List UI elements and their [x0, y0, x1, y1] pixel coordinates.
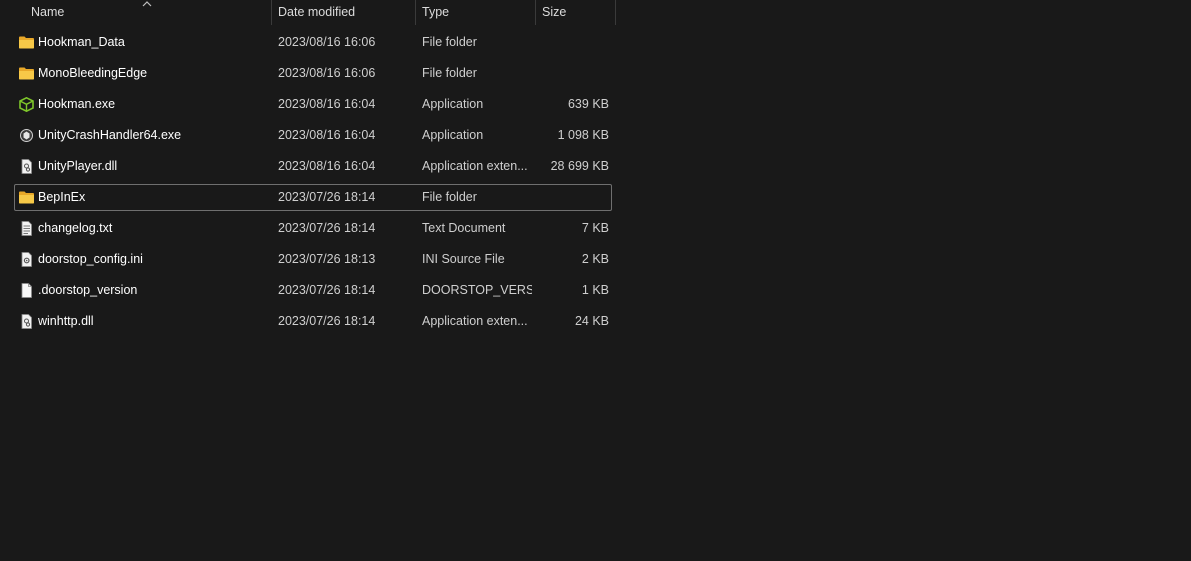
file-date-modified: 2023/07/26 18:13 [278, 252, 376, 266]
file-date-modified: 2023/08/16 16:06 [278, 66, 376, 80]
file-type: Application exten... [422, 159, 528, 173]
file-name: UnityCrashHandler64.exe [38, 128, 182, 142]
column-divider[interactable] [615, 0, 616, 25]
app-cube-icon [18, 97, 35, 112]
file-list: Hookman_Data 2023/08/16 16:06 File folder M… [14, 29, 612, 339]
file-type: Application exten... [422, 314, 528, 328]
column-header-size-label: Size [542, 5, 567, 19]
file-size: 28 699 KB [550, 159, 609, 173]
file-type: File folder [422, 190, 477, 204]
config-file-icon [18, 252, 35, 267]
file-size: 1 KB [581, 283, 609, 297]
file-row[interactable]: MonoBleedingEdge 2023/08/16 16:06 File fol… [14, 60, 612, 87]
file-type: File folder [422, 66, 477, 80]
file-name: changelog.txt [38, 221, 113, 235]
column-header-bar: Name Date modified Type Size [0, 0, 616, 25]
folder-icon [18, 190, 35, 205]
column-header-date-label: Date modified [278, 5, 356, 19]
file-date-modified: 2023/08/16 16:06 [278, 35, 376, 49]
file-row[interactable]: .doorstop_version 2023/07/26 18:14 DOORSTO… [14, 277, 612, 304]
file-date-modified: 2023/07/26 18:14 [278, 314, 376, 328]
file-row[interactable]: UnityCrashHandler64.exe 2023/08/16 16:04 A… [14, 122, 612, 149]
dll-file-icon [18, 314, 35, 329]
file-date-modified: 2023/07/26 18:14 [278, 283, 376, 297]
file-row[interactable]: doorstop_config.ini 2023/07/26 18:13 INI S… [14, 246, 612, 273]
file-row[interactable]: Hookman.exe 2023/08/16 16:04 Application 63… [14, 91, 612, 118]
file-date-modified: 2023/07/26 18:14 [278, 221, 376, 235]
file-name: Hookman_Data [38, 35, 125, 49]
file-name: UnityPlayer.dll [38, 159, 118, 173]
file-name: doorstop_config.ini [38, 252, 143, 266]
column-header-size[interactable]: Size [536, 0, 615, 25]
file-name: winhttp.dll [38, 314, 94, 328]
file-explorer-list-view: Name Date modified Type Size Hookman_Dat… [0, 0, 1191, 561]
file-type: Text Document [422, 221, 506, 235]
column-header-date-modified[interactable]: Date modified [272, 0, 415, 25]
folder-icon [18, 35, 35, 50]
file-date-modified: 2023/08/16 16:04 [278, 128, 376, 142]
file-date-modified: 2023/08/16 16:04 [278, 97, 376, 111]
file-type: INI Source File [422, 252, 505, 266]
file-row[interactable]: winhttp.dll 2023/07/26 18:14 Application e… [14, 308, 612, 335]
file-size: 1 098 KB [557, 128, 609, 142]
file-row[interactable]: BepInEx 2023/07/26 18:14 File folder [14, 184, 612, 211]
file-type: Application [422, 97, 484, 111]
unity-app-icon [18, 128, 35, 143]
file-type: File folder [422, 35, 477, 49]
chevron-up-icon [141, 0, 153, 7]
file-size: 7 KB [581, 221, 609, 235]
text-file-icon [18, 221, 35, 236]
file-name: Hookman.exe [38, 97, 116, 111]
file-row[interactable]: Hookman_Data 2023/08/16 16:06 File folder [14, 29, 612, 56]
file-row[interactable]: UnityPlayer.dll 2023/08/16 16:04 Applicati… [14, 153, 612, 180]
column-header-type-label: Type [422, 5, 450, 19]
file-date-modified: 2023/07/26 18:14 [278, 190, 376, 204]
column-header-name-label: Name [31, 5, 65, 19]
file-name: .doorstop_version [38, 283, 138, 297]
file-name: MonoBleedingEdge [38, 66, 148, 80]
file-type: Application [422, 128, 484, 142]
blank-file-icon [18, 283, 35, 298]
file-size: 2 KB [581, 252, 609, 266]
column-header-type[interactable]: Type [416, 0, 535, 25]
file-date-modified: 2023/08/16 16:04 [278, 159, 376, 173]
dll-file-icon [18, 159, 35, 174]
file-row[interactable]: changelog.txt 2023/07/26 18:14 Text Docume… [14, 215, 612, 242]
folder-icon [18, 66, 35, 81]
file-size: 639 KB [567, 97, 609, 111]
file-size: 24 KB [574, 314, 609, 328]
file-type: DOORSTOP_VERSI... [422, 283, 532, 297]
file-name: BepInEx [38, 190, 86, 204]
